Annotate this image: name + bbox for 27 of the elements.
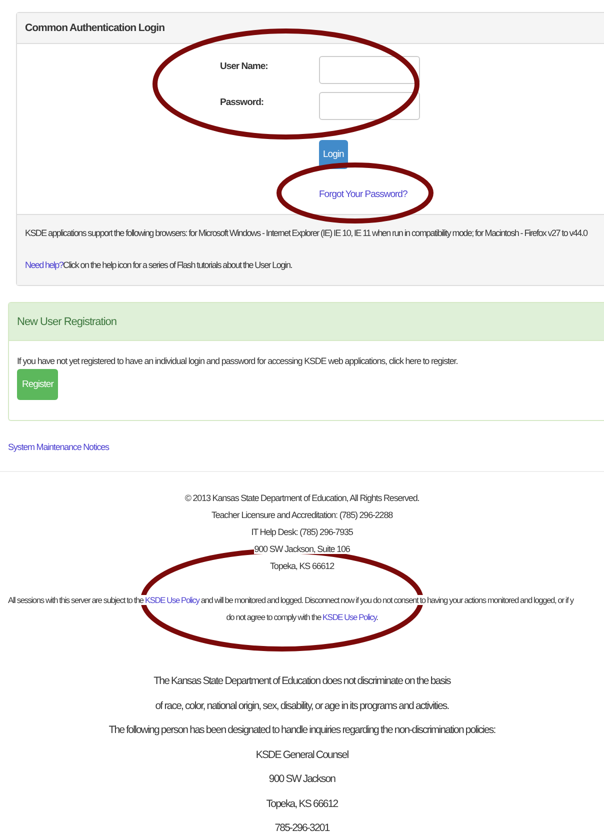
nondiscrimination-text: 785-296-3201	[274, 822, 330, 833]
nondiscrimination-text: The following person has been designated to handle inquiries regarding the non-discrimination policies:	[108, 724, 496, 736]
panel-title: Common Authentication Login	[25, 22, 165, 34]
browser-support-note: KSDE applications support the following browsers: for Microsoft Windows - Internet Explorer (IE) IE 10, IE 11 when run in compatibility mode; for Macintosh - Firefox v27 to v44.0	[25, 228, 589, 238]
input-field[interactable]	[319, 56, 420, 84]
use-policy-link[interactable]: KSDE Use Policy	[322, 612, 376, 622]
policy-text: do not agree to comply with the KSDE Use Policy.	[226, 612, 378, 622]
panel-title: New User Registration	[17, 316, 117, 328]
nondiscrimination-text: The Kansas State Department of Education does not discriminate on the basis	[154, 675, 450, 687]
nondiscrimination-text: KSDE General Counsel	[256, 748, 348, 760]
nondiscrimination-text: 900 SW Jackson	[268, 773, 336, 785]
footer-text: Topeka, KS 66612	[270, 561, 334, 571]
footer-text: 900 SW Jackson, Suite 106	[254, 544, 350, 554]
footer-text: Teacher Licensure and Accreditation: (785) 296-2288	[211, 510, 393, 520]
nondiscrimination-text: of race, color, national origin, sex, disability, or age in its programs and activities.	[155, 700, 449, 712]
nondiscrimination-text: Topeka, KS 66612	[266, 798, 338, 810]
use-policy-link[interactable]: KSDE Use Policy	[145, 595, 200, 605]
footer-text: © 2013 Kansas State Department of Education, All Rights Reserved.	[184, 493, 420, 503]
forgot-password-link[interactable]: Forgot Your Password?	[319, 189, 408, 200]
help-text: Need help?Click on the help icon for a series of Flash tutorials about the User Login.	[25, 260, 293, 270]
field-label: Password:	[220, 96, 265, 108]
maintenance-link[interactable]: System Maintenance Notices	[8, 442, 109, 452]
help-link[interactable]: Need help?	[25, 260, 64, 270]
input-field[interactable]	[319, 92, 420, 120]
footer-text: IT Help Desk: (785) 296-7935	[251, 527, 353, 537]
field-label: User Name:	[220, 60, 269, 72]
registration-text: If you have not yet registered to have an individual login and password for accessing KSDE web applications, click here to register.	[17, 356, 458, 366]
